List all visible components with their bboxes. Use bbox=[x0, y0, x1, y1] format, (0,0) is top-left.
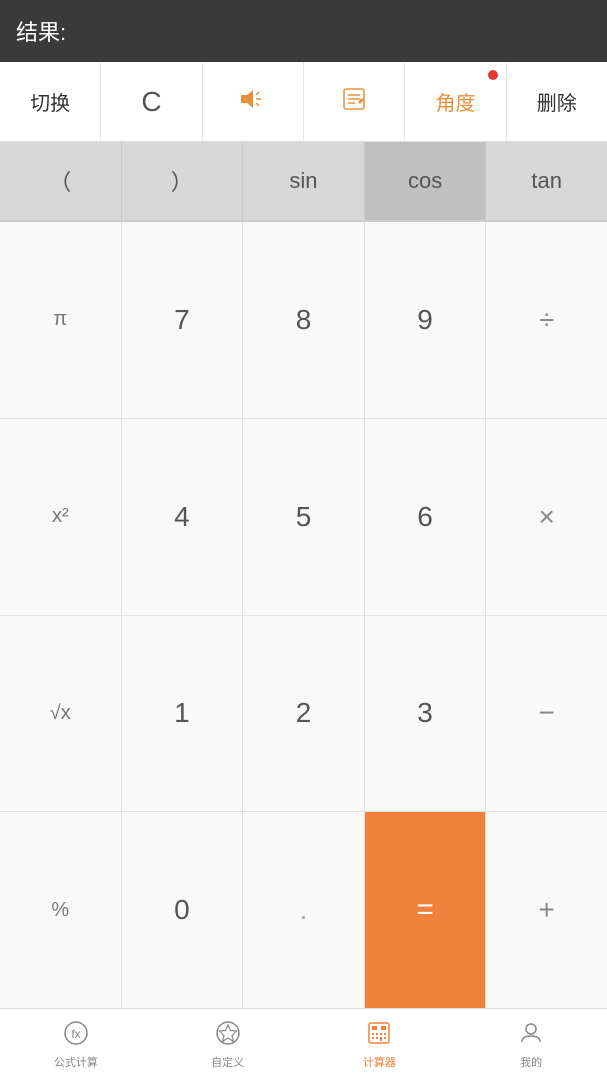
pi-button[interactable]: π bbox=[0, 222, 122, 418]
key-row-1: π 7 8 9 ÷ bbox=[0, 222, 607, 419]
bottom-nav: fx 公式计算 自定义 bbox=[0, 1008, 607, 1080]
key-row-2: x² 4 5 6 × bbox=[0, 419, 607, 616]
nav-custom[interactable]: 自定义 bbox=[152, 1009, 304, 1080]
rparen-label: ） bbox=[171, 165, 193, 197]
trig-row: （ ） sin cos tan bbox=[0, 142, 607, 222]
key-8[interactable]: 8 bbox=[243, 222, 365, 418]
formula-icon: fx bbox=[63, 1020, 89, 1050]
lparen-label: （ bbox=[49, 165, 71, 197]
key-7[interactable]: 7 bbox=[122, 222, 244, 418]
key-row-3: √x 1 2 3 − bbox=[0, 616, 607, 813]
rparen-button[interactable]: ） bbox=[122, 142, 244, 220]
equals-button[interactable]: = bbox=[365, 812, 487, 1008]
calculator-icon bbox=[366, 1020, 392, 1050]
switch-label: 切换 bbox=[30, 87, 70, 116]
nav-formula[interactable]: fx 公式计算 bbox=[0, 1009, 152, 1080]
key-6[interactable]: 6 bbox=[365, 419, 487, 615]
nav-mine[interactable]: 我的 bbox=[455, 1009, 607, 1080]
key-9[interactable]: 9 bbox=[365, 222, 487, 418]
angle-button[interactable]: 角度 bbox=[405, 62, 506, 141]
delete-label: 删除 bbox=[537, 87, 577, 116]
svg-text:fx: fx bbox=[71, 1027, 80, 1041]
clear-button[interactable]: C bbox=[101, 62, 202, 141]
nav-calculator[interactable]: 计算器 bbox=[304, 1009, 456, 1080]
sqrt-button[interactable]: √x bbox=[0, 616, 122, 812]
cos-label: cos bbox=[408, 168, 442, 194]
key-0[interactable]: 0 bbox=[122, 812, 244, 1008]
percent-button[interactable]: % bbox=[0, 812, 122, 1008]
sound-button[interactable] bbox=[203, 62, 304, 141]
key-5[interactable]: 5 bbox=[243, 419, 365, 615]
plus-button[interactable]: + bbox=[486, 812, 607, 1008]
control-row: 切换 C 角度 删除 bbox=[0, 62, 607, 142]
sin-label: sin bbox=[289, 168, 317, 194]
keypad: π 7 8 9 ÷ x² 4 5 6 × √x 1 2 3 − % 0 . = … bbox=[0, 222, 607, 1008]
key-4[interactable]: 4 bbox=[122, 419, 244, 615]
sin-button[interactable]: sin bbox=[243, 142, 365, 220]
nav-calculator-label: 计算器 bbox=[363, 1054, 396, 1070]
delete-button[interactable]: 删除 bbox=[507, 62, 607, 141]
angle-label: 角度 bbox=[435, 87, 475, 116]
key-3[interactable]: 3 bbox=[365, 616, 487, 812]
nav-mine-label: 我的 bbox=[520, 1054, 542, 1070]
switch-button[interactable]: 切换 bbox=[0, 62, 101, 141]
tan-label: tan bbox=[531, 168, 562, 194]
edit-icon bbox=[341, 86, 367, 118]
dot-button[interactable]: . bbox=[243, 812, 365, 1008]
key-1[interactable]: 1 bbox=[122, 616, 244, 812]
key-2[interactable]: 2 bbox=[243, 616, 365, 812]
tan-button[interactable]: tan bbox=[486, 142, 607, 220]
lparen-button[interactable]: （ bbox=[0, 142, 122, 220]
nav-custom-label: 自定义 bbox=[211, 1054, 244, 1070]
result-label: 结果: bbox=[16, 15, 66, 47]
red-dot-indicator bbox=[488, 70, 498, 80]
nav-formula-label: 公式计算 bbox=[54, 1054, 98, 1070]
multiply-button[interactable]: × bbox=[486, 419, 607, 615]
edit-button[interactable] bbox=[304, 62, 405, 141]
minus-button[interactable]: − bbox=[486, 616, 607, 812]
xsquared-button[interactable]: x² bbox=[0, 419, 122, 615]
key-row-4: % 0 . = + bbox=[0, 812, 607, 1008]
clear-label: C bbox=[141, 86, 161, 118]
cos-button[interactable]: cos bbox=[365, 142, 487, 220]
sound-icon bbox=[239, 87, 267, 117]
result-bar: 结果: bbox=[0, 0, 607, 62]
divide-button[interactable]: ÷ bbox=[486, 222, 607, 418]
star-icon bbox=[215, 1020, 241, 1050]
person-icon bbox=[518, 1020, 544, 1050]
